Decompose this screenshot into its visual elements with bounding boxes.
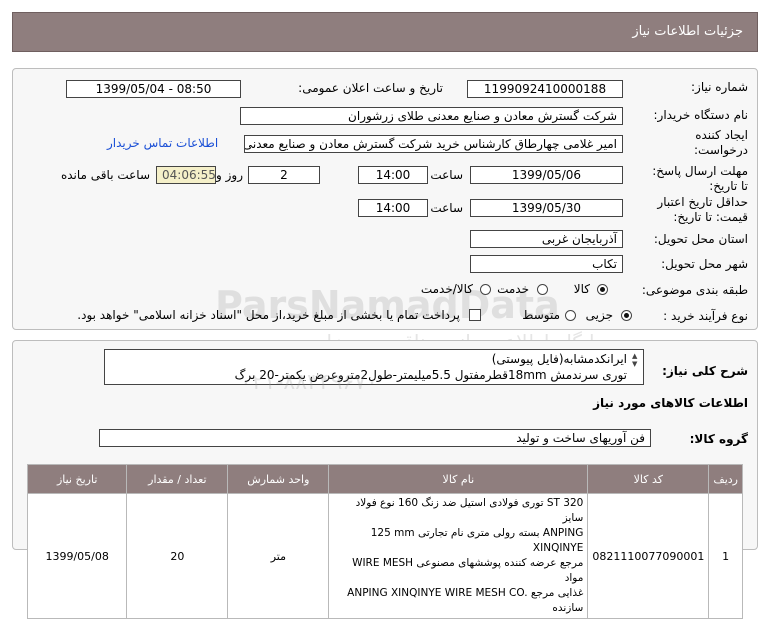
validity-time-label: ساعت xyxy=(430,201,463,215)
process-medium-radio[interactable] xyxy=(565,310,576,321)
cell-row: 1 xyxy=(708,493,743,619)
days-label: روز و xyxy=(216,168,243,182)
cell-date: 1399/05/08 xyxy=(26,493,128,619)
col-unit: واحد شمارش xyxy=(227,464,330,494)
treasury-payment-checkbox[interactable] xyxy=(469,309,481,321)
cell-code: 0821110077090001 xyxy=(587,493,710,619)
announce-datetime-field: 1399/05/04 - 08:50 xyxy=(66,80,241,98)
category-goods-label: کالا xyxy=(573,282,590,296)
buyer-contact-link[interactable]: اطلاعات تماس خریدار xyxy=(107,136,218,150)
col-name: نام کالا xyxy=(328,464,589,494)
need-number-field: 1199092410000188 xyxy=(467,80,623,98)
process-minor-label: جزیی xyxy=(585,308,613,322)
province-field: آذربایجان غربی xyxy=(470,230,623,248)
validity-time-field: 14:00 xyxy=(358,199,428,217)
treasury-payment-text: پرداخت تمام یا بخشی از مبلغ خرید،از محل … xyxy=(77,308,460,322)
cell-name: توری فولادی استیل ضد زنگ 160 نوع فولاد S… xyxy=(328,493,589,619)
buyer-label: نام دستگاه خریدار: xyxy=(653,108,749,122)
process-minor-radio[interactable] xyxy=(621,310,632,321)
city-field: تکاب xyxy=(470,255,623,273)
province-label: استان محل تحویل: xyxy=(653,232,748,246)
table-row: 1 0821110077090001 توری فولادی استیل ضد … xyxy=(26,493,743,619)
page-header: جزئیات اطلاعات نیاز xyxy=(12,12,758,52)
creator-label-1: ایجاد کننده xyxy=(695,128,748,142)
textarea-scroll-arrows[interactable]: ▲ ▼ xyxy=(632,352,637,368)
col-row: ردیف xyxy=(708,464,743,494)
page-title: جزئیات اطلاعات نیاز xyxy=(632,24,743,39)
city-label: شهر محل تحویل: xyxy=(661,257,748,271)
cell-qty: 20 xyxy=(126,493,229,619)
reply-deadline-label-2: تا تاریخ: xyxy=(709,179,748,193)
goods-group-field: فن آوریهای ساخت و تولید xyxy=(99,429,651,447)
category-service-label: خدمت xyxy=(497,282,529,296)
summary-line-1: ایرانکدمشابه(فایل پیوستی) xyxy=(491,352,627,366)
category-goods-radio[interactable] xyxy=(597,284,608,295)
col-date: تاریخ نیاز xyxy=(26,464,128,494)
cell-unit: متر xyxy=(227,493,330,619)
remaining-time-label: ساعت باقی مانده xyxy=(60,168,150,182)
goods-table: ردیف کد کالا نام کالا واحد شمارش تعداد /… xyxy=(26,464,743,619)
remaining-time-field: 04:06:55 xyxy=(156,166,216,184)
process-medium-label: متوسط xyxy=(522,308,560,322)
category-service-radio[interactable] xyxy=(537,284,548,295)
process-label: نوع فرآیند خرید : xyxy=(663,309,748,323)
buyer-field: شرکت گسترش معادن و صنایع معدنی طلای زرشو… xyxy=(240,107,623,125)
goods-group-label: گروه کالا: xyxy=(689,432,748,446)
creator-field: امیر غلامی چهارطاق کارشناس خرید شرکت گست… xyxy=(244,135,623,153)
category-goods-service-label: کالا/خدمت xyxy=(420,282,473,296)
reply-time-field: 14:00 xyxy=(358,166,428,184)
col-qty: تعداد / مقدار xyxy=(126,464,229,494)
col-code: کد کالا xyxy=(587,464,710,494)
reply-date-field: 1399/05/06 xyxy=(470,166,623,184)
goods-section-title: اطلاعات کالاهای مورد نیاز xyxy=(593,396,748,410)
announce-label: تاریخ و ساعت اعلان عمومی: xyxy=(298,81,443,95)
validity-label-1: حداقل تاریخ اعتبار xyxy=(657,195,748,209)
watermark-phone: ۰۲۱-۸۸۳۴۹۶۷۰ xyxy=(240,370,378,395)
need-number-label: شماره نیاز: xyxy=(691,80,748,94)
reply-deadline-label-1: مهلت ارسال پاسخ: xyxy=(652,164,748,178)
creator-label-2: درخواست: xyxy=(694,143,748,157)
reply-time-label: ساعت xyxy=(430,168,463,182)
summary-label: شرح کلی نیاز: xyxy=(662,364,748,378)
validity-label-2: قیمت: تا تاریخ: xyxy=(673,210,748,224)
days-remaining-field: 2 xyxy=(248,166,320,184)
category-goods-service-radio[interactable] xyxy=(480,284,491,295)
validity-date-field: 1399/05/30 xyxy=(470,199,623,217)
category-label: طبقه بندی موضوعی: xyxy=(641,283,748,297)
